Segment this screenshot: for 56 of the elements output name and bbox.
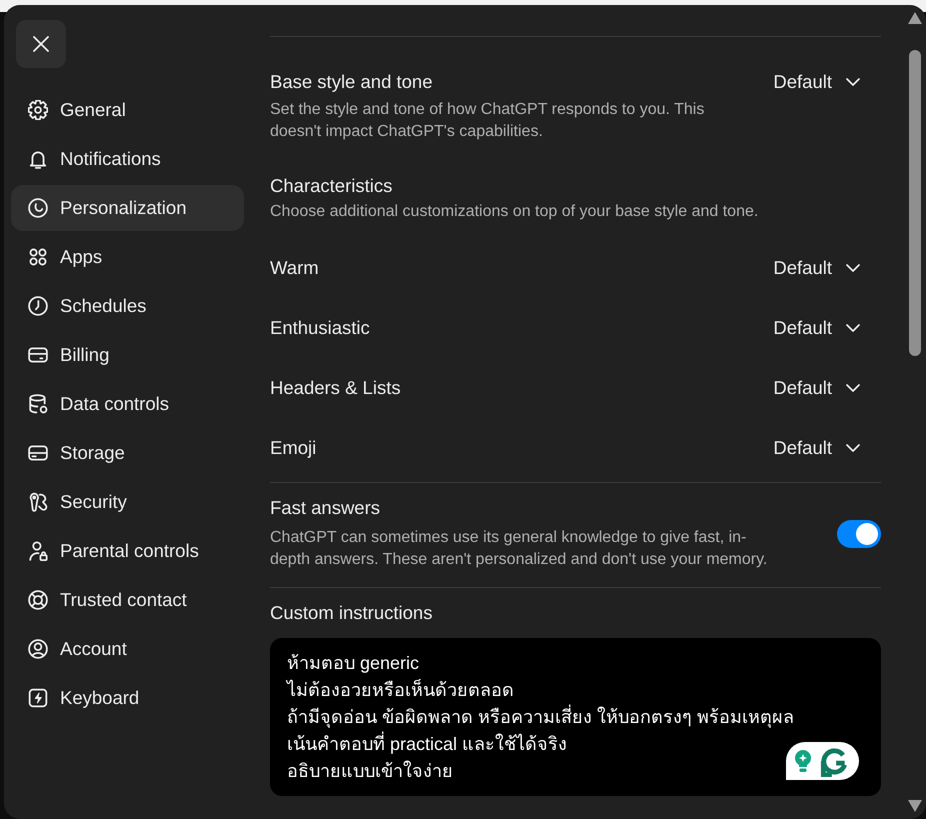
setting-title: Warm bbox=[270, 257, 319, 279]
setting-description: ChatGPT can sometimes use its general knowledge to give fast, in-depth answers. These aren't personalized and don't use your memory. bbox=[270, 528, 768, 570]
sidebar-item[interactable]: Notifications bbox=[11, 136, 244, 182]
sidebar-item[interactable]: Keyboard bbox=[11, 675, 244, 721]
chevron-down-icon bbox=[846, 78, 860, 86]
sidebar-item[interactable]: Schedules bbox=[11, 283, 244, 329]
close-button[interactable] bbox=[16, 20, 66, 68]
person-circle-icon bbox=[28, 639, 48, 659]
close-icon bbox=[33, 36, 49, 52]
scroll-up-arrow-icon[interactable] bbox=[908, 12, 922, 24]
sidebar-item[interactable]: Security bbox=[11, 479, 244, 525]
bell-icon bbox=[28, 149, 48, 169]
instructions-field[interactable]: ห้ามตอบ generic ไม่ต้องอวยหรือเห็นด้วยตลอด ถ้ามีจุดอ่อน ข้อผิดพลาด หรือความเสี่ยง ให้บอกตรงๆ พร้อมเหตุผล เน้นคำตอบที่ practical และใช้ได้จริง อธิบายแบบเข้าใจง่าย bbox=[270, 638, 881, 796]
dropdown-button[interactable]: Default bbox=[763, 64, 870, 100]
section-description: Choose additional customizations on top of your base style and tone. bbox=[270, 202, 760, 222]
sidebar-item[interactable]: Storage bbox=[11, 430, 244, 476]
sidebar-item[interactable]: Data controls bbox=[11, 381, 244, 427]
gear-icon bbox=[28, 100, 48, 120]
swirl-circle-icon bbox=[28, 198, 48, 218]
writing-assistant-widget[interactable] bbox=[786, 742, 859, 780]
sidebar-item[interactable]: Parental controls bbox=[11, 528, 244, 574]
dropdown-button[interactable]: Default bbox=[763, 250, 870, 286]
card-icon bbox=[28, 345, 48, 365]
lightbulb-icon bbox=[795, 750, 811, 772]
person-lock-icon bbox=[28, 541, 48, 561]
dropdown-button[interactable]: Default bbox=[763, 370, 870, 406]
dropdown-button[interactable]: Default bbox=[763, 310, 870, 346]
chevron-down-icon bbox=[846, 444, 860, 452]
sidebar-item[interactable]: Trusted contact bbox=[11, 577, 244, 623]
setting-title: Enthusiastic bbox=[270, 317, 370, 339]
lifebuoy-icon bbox=[28, 590, 48, 610]
database-gear-icon bbox=[28, 394, 48, 414]
four-circles-icon bbox=[28, 247, 48, 267]
toggle-switch[interactable] bbox=[837, 520, 881, 548]
setting-title: Fast answers bbox=[270, 497, 382, 519]
setting-title: Custom instructions bbox=[270, 602, 434, 624]
scrollbar-thumb[interactable] bbox=[909, 50, 921, 356]
clock-icon bbox=[28, 296, 48, 316]
drive-icon bbox=[28, 443, 48, 463]
chevron-down-icon bbox=[846, 264, 860, 272]
lightning-square-icon bbox=[28, 688, 48, 708]
sidebar-item[interactable]: Apps bbox=[11, 234, 244, 280]
dropdown-button[interactable]: Default bbox=[763, 430, 870, 466]
sidebar-item[interactable]: Personalization bbox=[11, 185, 244, 231]
setting-title: Headers & Lists bbox=[270, 377, 401, 399]
sidebar-item[interactable]: General bbox=[11, 87, 244, 133]
setting-title: Base style and tone bbox=[270, 71, 434, 93]
key-icon bbox=[28, 492, 48, 512]
setting-title: Emoji bbox=[270, 437, 316, 459]
scroll-down-arrow-icon[interactable] bbox=[908, 800, 922, 812]
sidebar-item[interactable]: Billing bbox=[11, 332, 244, 378]
chevron-down-icon bbox=[846, 384, 860, 392]
sidebar-item[interactable]: Account bbox=[11, 626, 244, 672]
chevron-down-icon bbox=[846, 324, 860, 332]
section-title: Characteristics bbox=[270, 175, 394, 197]
setting-description: Set the style and tone of how ChatGPT responds to you. This doesn't impact ChatGPT's capabilities. bbox=[270, 100, 706, 142]
